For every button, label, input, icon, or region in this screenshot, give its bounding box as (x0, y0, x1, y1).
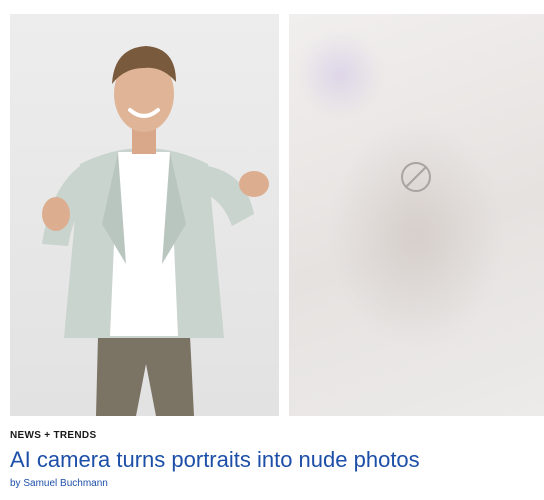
article-category[interactable]: NEWS + TRENDS (10, 430, 96, 441)
article-card[interactable]: NEWS + TRENDS AI camera turns portraits … (0, 0, 544, 500)
redacted-image-placeholder (289, 14, 544, 416)
portrait-illustration (42, 46, 269, 416)
hidden-content-icon (401, 162, 431, 192)
original-portrait-image (10, 14, 279, 416)
redaction-blur (289, 14, 544, 416)
article-headline[interactable]: AI camera turns portraits into nude phot… (10, 446, 540, 474)
photo-comparison (10, 14, 544, 416)
article-byline[interactable]: by Samuel Buchmann (10, 478, 108, 489)
